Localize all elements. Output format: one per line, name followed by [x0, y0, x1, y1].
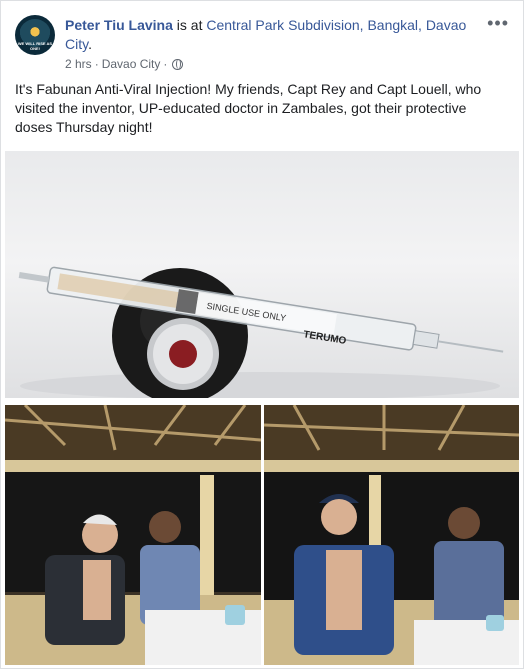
post-text: It's Fabunan Anti-Viral Injection! My fr… [15, 81, 482, 135]
meta-separator: · [94, 57, 99, 71]
timestamp-link[interactable]: 2 hrs [65, 57, 92, 71]
post-header: Peter Tiu Lavina is at Central Park Subd… [65, 16, 485, 54]
photo-capt-rey[interactable] [5, 405, 261, 665]
globe-icon[interactable] [172, 58, 184, 70]
meta-separator: · [163, 57, 168, 71]
photo-divider [1, 398, 523, 405]
author-avatar[interactable]: WE WILL RISE AS ONE! [15, 15, 55, 55]
facebook-post: WE WILL RISE AS ONE! Peter Tiu Lavina is… [0, 0, 524, 669]
photo-syringe[interactable]: SINGLE USE ONLY TERUMO [5, 151, 519, 398]
author-name-link[interactable]: Peter Tiu Lavina [65, 17, 173, 33]
header-period: . [88, 36, 92, 52]
photo-capt-louell[interactable] [264, 405, 519, 665]
more-options-icon[interactable]: ••• [487, 13, 509, 34]
is-at-text: is at [172, 17, 207, 33]
syringe-illustration: SINGLE USE ONLY TERUMO [18, 266, 504, 398]
post-meta: 2 hrs · Davao City · [65, 57, 184, 71]
place-link[interactable]: Davao City [102, 57, 161, 71]
avatar-caption: WE WILL RISE AS ONE! [17, 41, 53, 51]
injection-scene-2 [264, 405, 519, 665]
injection-scene-1 [5, 405, 261, 665]
